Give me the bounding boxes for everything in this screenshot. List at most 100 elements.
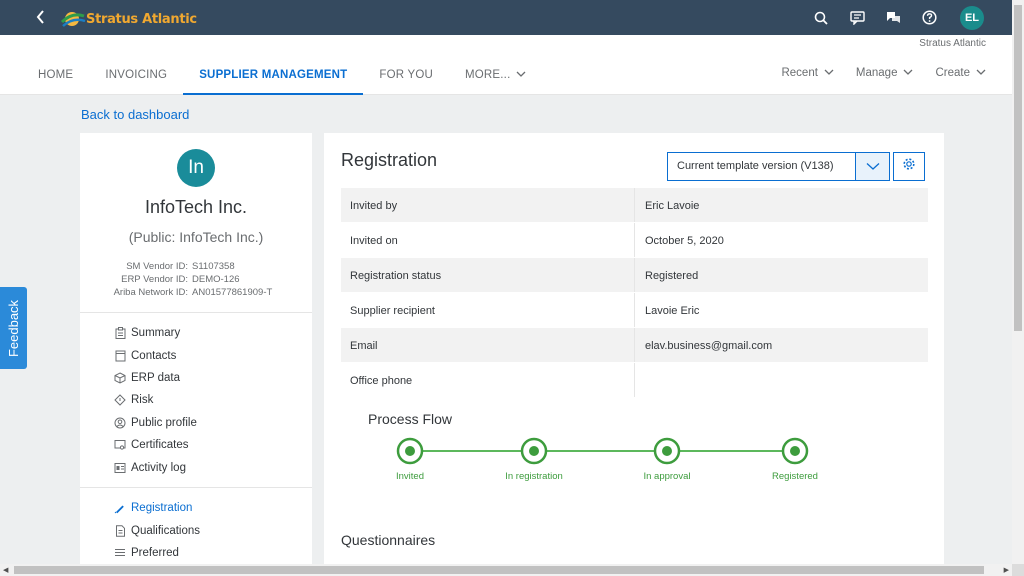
menu-label: Manage xyxy=(855,67,898,79)
step-label: In approval xyxy=(643,471,691,482)
field-label: Invited on xyxy=(341,223,635,257)
chevron-down-icon xyxy=(903,68,913,79)
step-label: Invited xyxy=(396,471,424,482)
nav-item-summary[interactable]: Summary xyxy=(114,322,197,344)
step-in-registration-icon xyxy=(520,437,548,465)
supplier-card: In InfoTech Inc. (Public: InfoTech Inc.)… xyxy=(80,133,312,573)
back-icon[interactable] xyxy=(34,8,50,26)
field-label: Invited by xyxy=(341,188,635,222)
feedback-icon[interactable] xyxy=(846,7,868,29)
nav-item-contacts[interactable]: Contacts xyxy=(114,344,197,366)
nav-label: ERP data xyxy=(131,371,181,384)
horizontal-scroll-thumb[interactable] xyxy=(14,566,984,574)
nav-item-risk[interactable]: Risk xyxy=(114,389,197,411)
log-icon xyxy=(114,462,126,474)
field-value: Lavoie Eric xyxy=(645,305,700,317)
company-name-label: Stratus Atlantic xyxy=(919,38,986,49)
feedback-tab[interactable]: Feedback xyxy=(0,287,27,369)
field-label: Registration status xyxy=(341,258,635,292)
horizontal-scrollbar[interactable]: ◀ ▶ xyxy=(0,564,1012,576)
menu-label: Recent xyxy=(781,67,818,79)
list-icon xyxy=(114,547,126,559)
tab-more[interactable]: MORE... xyxy=(449,63,542,95)
process-flow-diagram xyxy=(396,437,809,465)
chevron-down-icon xyxy=(513,70,526,81)
person-icon xyxy=(114,417,126,429)
supplier-avatar: In xyxy=(177,149,215,187)
recent-menu[interactable]: Recent xyxy=(781,67,834,79)
tab-supplier-management[interactable]: SUPPLIER MANAGEMENT xyxy=(183,63,364,95)
user-avatar[interactable]: EL xyxy=(960,5,984,30)
tab-invoicing[interactable]: INVOICING xyxy=(89,63,183,95)
id-value: S1107358 xyxy=(192,261,235,272)
tab-for-you[interactable]: FOR YOU xyxy=(363,63,449,95)
document-icon xyxy=(114,524,126,537)
tab-label: HOME xyxy=(38,69,74,81)
main-tabs: HOME INVOICING SUPPLIER MANAGEMENT FOR Y… xyxy=(22,63,542,95)
field-value: elav.business@gmail.com xyxy=(645,340,773,352)
step-in-approval-icon xyxy=(653,437,681,465)
tab-label: MORE... xyxy=(464,69,511,81)
template-version-select[interactable]: Current template version (V138) xyxy=(667,152,890,181)
field-label: Supplier recipient xyxy=(341,293,635,327)
vertical-scroll-thumb[interactable] xyxy=(1014,5,1022,331)
create-menu[interactable]: Create xyxy=(935,67,986,79)
nav-label: Registration xyxy=(131,502,193,515)
sub-header: Stratus Atlantic HOME INVOICING SUPPLIER… xyxy=(0,35,1012,95)
field-label: Email xyxy=(341,328,635,362)
nav-item-certificates[interactable]: Certificates xyxy=(114,434,197,456)
shell-bar: Stratus Atlantic EL xyxy=(0,0,1012,35)
table-row: Invited on October 5, 2020 xyxy=(341,223,928,258)
search-icon[interactable] xyxy=(810,7,832,29)
registration-title: Registration xyxy=(341,150,438,170)
table-row: Invited by Eric Lavoie xyxy=(341,188,928,223)
manage-menu[interactable]: Manage xyxy=(856,67,914,79)
tab-label: SUPPLIER MANAGEMENT xyxy=(199,69,348,81)
brand-name: Stratus Atlantic xyxy=(86,11,197,27)
step-invited-icon xyxy=(396,437,424,465)
nav-label: Public profile xyxy=(131,416,197,429)
table-row: Supplier recipient Lavoie Eric xyxy=(341,293,928,328)
supplier-nav-secondary: Registration Qualifications Preferred xyxy=(114,497,200,564)
clipboard-icon xyxy=(114,327,126,340)
field-label: Office phone xyxy=(341,363,635,397)
tab-home[interactable]: HOME xyxy=(22,63,89,95)
supplier-nav: Summary Contacts ERP data Risk Public pr… xyxy=(114,322,197,479)
chevron-down-icon[interactable] xyxy=(855,153,889,180)
chat-icon[interactable] xyxy=(882,7,904,29)
nav-item-registration[interactable]: Registration xyxy=(114,497,200,519)
nav-item-public-profile[interactable]: Public profile xyxy=(114,412,197,434)
id-label: ERP Vendor ID: xyxy=(121,274,188,285)
field-value xyxy=(635,363,928,397)
divider xyxy=(80,487,312,488)
step-label: Registered xyxy=(772,471,818,482)
table-row: Email elav.business@gmail.com xyxy=(341,328,928,363)
step-label: In registration xyxy=(505,471,563,482)
registration-details-table: Invited by Eric Lavoie Invited on October … xyxy=(341,188,928,398)
contacts-icon xyxy=(114,350,126,362)
pen-icon xyxy=(114,502,126,514)
nav-label: Contacts xyxy=(131,349,177,362)
brand-logo[interactable]: Stratus Atlantic xyxy=(60,7,197,31)
cube-icon xyxy=(114,372,126,384)
nav-item-qualifications[interactable]: Qualifications xyxy=(114,519,200,541)
chevron-down-icon xyxy=(824,68,834,79)
id-value: AN01577861909-T xyxy=(192,287,273,298)
nav-label: Qualifications xyxy=(131,524,201,537)
logo-mark-icon xyxy=(60,8,86,30)
template-version-value: Current template version (V138) xyxy=(677,160,834,172)
help-icon[interactable] xyxy=(918,7,940,29)
nav-item-preferred[interactable]: Preferred xyxy=(114,542,200,564)
vertical-scrollbar[interactable] xyxy=(1012,0,1024,564)
back-to-dashboard-link[interactable]: Back to dashboard xyxy=(81,107,189,122)
scroll-right-icon[interactable]: ▶ xyxy=(1004,566,1009,574)
table-row: Office phone xyxy=(341,363,928,398)
nav-item-erp-data[interactable]: ERP data xyxy=(114,367,197,389)
nav-label: Preferred xyxy=(131,546,179,559)
scroll-left-icon[interactable]: ◀ xyxy=(3,566,8,574)
nav-item-activity-log[interactable]: Activity log xyxy=(114,456,197,478)
id-value: DEMO-126 xyxy=(192,274,240,285)
settings-button[interactable] xyxy=(893,152,925,181)
certificate-icon xyxy=(114,439,126,451)
table-row: Registration status Registered xyxy=(341,258,928,293)
